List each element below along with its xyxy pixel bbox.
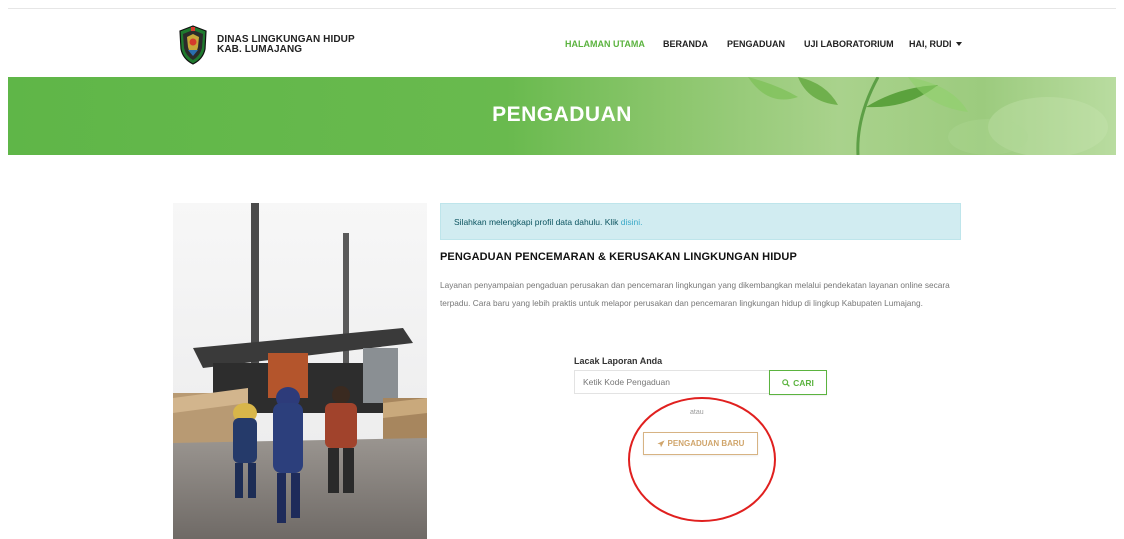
nav-item-beranda[interactable]: BERANDA [663, 39, 708, 49]
user-menu-label: HAI, RUDI [909, 39, 952, 49]
complaint-code-input[interactable] [574, 370, 769, 394]
district-emblem-logo [179, 25, 207, 65]
search-icon [782, 378, 790, 387]
hero-photo [173, 203, 427, 539]
page-title: PENGADUAN [492, 103, 632, 126]
alert-link[interactable]: disini. [621, 217, 643, 227]
annotation-circle [628, 397, 776, 522]
nav-item-uji-laboratorium[interactable]: UJI LABORATORIUM [804, 39, 894, 49]
user-menu[interactable]: HAI, RUDI [909, 39, 962, 49]
navbar: DINAS LINGKUNGAN HIDUP KAB. LUMAJANG HAL… [0, 9, 1124, 77]
caret-down-icon [955, 42, 962, 46]
track-report-label: Lacak Laporan Anda [574, 356, 663, 366]
nav-item-pengaduan[interactable]: PENGADUAN [727, 39, 785, 49]
brand[interactable]: DINAS LINGKUNGAN HIDUP KAB. LUMAJANG [178, 25, 355, 65]
search-button-label: CARI [793, 377, 814, 388]
page: DINAS LINGKUNGAN HIDUP KAB. LUMAJANG HAL… [0, 0, 1124, 539]
brand-text: DINAS LINGKUNGAN HIDUP KAB. LUMAJANG [217, 35, 355, 55]
alert-text: Silahkan melengkapi profil data dahulu. … [454, 217, 621, 227]
profile-alert: Silahkan melengkapi profil data dahulu. … [440, 203, 961, 240]
brand-line-2: KAB. LUMAJANG [217, 44, 303, 55]
search-button[interactable]: CARI [769, 370, 827, 395]
section-heading: PENGADUAN PENCEMARAN & KERUSAKAN LINGKUN… [440, 251, 797, 263]
page-banner: PENGADUAN [8, 77, 1116, 155]
nav-item-halaman-utama[interactable]: HALAMAN UTAMA [565, 39, 645, 49]
section-description: Layanan penyampaian pengaduan perusakan … [440, 280, 950, 308]
